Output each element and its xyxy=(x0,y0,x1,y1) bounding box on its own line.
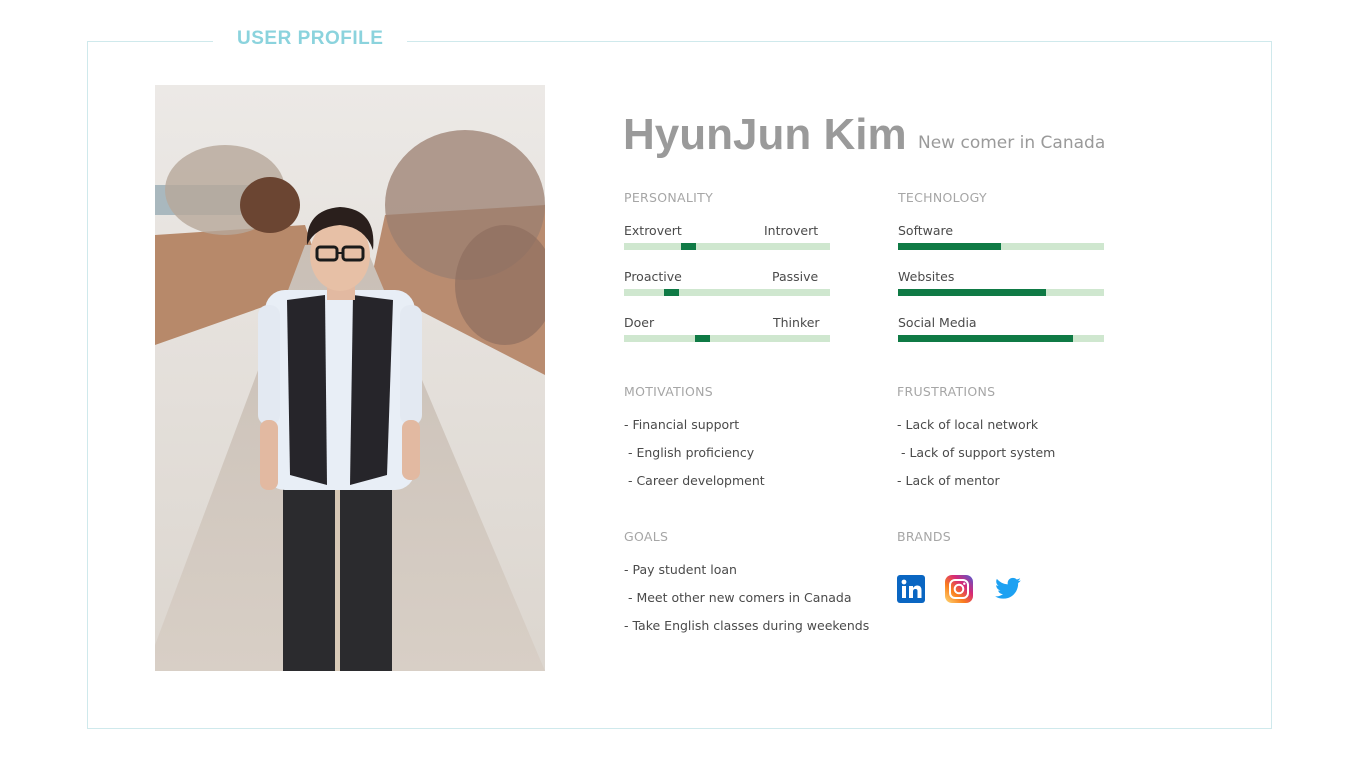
brands-heading: BRANDS xyxy=(897,529,952,544)
frustration-item: - Lack of mentor xyxy=(897,473,1000,488)
section-title: USER PROFILE xyxy=(213,28,408,50)
tech-software-track xyxy=(898,243,1104,250)
scale-1-track xyxy=(624,243,830,250)
frustrations-heading: FRUSTRATIONS xyxy=(897,384,996,399)
profile-name: HyunJun Kim xyxy=(623,110,907,159)
scale-2-left-label: Proactive xyxy=(624,269,682,284)
tech-social-media-label: Social Media xyxy=(898,315,977,330)
tech-social-media-track xyxy=(898,335,1104,342)
profile-photo xyxy=(155,85,545,671)
scale-3-marker xyxy=(695,335,710,342)
tech-software-label: Software xyxy=(898,223,954,238)
scale-2-marker xyxy=(664,289,679,296)
instagram-icon[interactable] xyxy=(945,575,973,603)
profile-photo-image xyxy=(155,85,545,671)
tech-social-media-fill xyxy=(898,335,1074,342)
scale-3-right-label: Thinker xyxy=(773,315,820,330)
frustration-item: - Lack of local network xyxy=(897,417,1039,432)
tech-websites-track xyxy=(898,289,1104,296)
tech-websites-fill xyxy=(898,289,1047,296)
tech-software-fill xyxy=(898,243,1001,250)
goal-item: - Pay student loan xyxy=(624,562,737,577)
motivation-item: - Career development xyxy=(624,473,765,488)
motivation-item: - Financial support xyxy=(624,417,740,432)
scale-2-right-label: Passive xyxy=(772,269,819,284)
profile-subtitle: New comer in Canada xyxy=(918,133,1106,153)
scale-1-marker xyxy=(681,243,696,250)
technology-heading: TECHNOLOGY xyxy=(898,190,987,205)
scale-3-left-label: Doer xyxy=(624,315,655,330)
scale-3-track xyxy=(624,335,830,342)
goal-item: - Take English classes during weekends xyxy=(624,618,870,633)
frustration-item: - Lack of support system xyxy=(897,445,1056,460)
linkedin-icon[interactable] xyxy=(897,575,925,603)
personality-heading: PERSONALITY xyxy=(624,190,714,205)
scale-1-left-label: Extrovert xyxy=(624,223,682,238)
motivation-item: - English proficiency xyxy=(624,445,755,460)
goals-heading: GOALS xyxy=(624,529,669,544)
scale-2-track xyxy=(624,289,830,296)
goal-item: - Meet other new comers in Canada xyxy=(624,590,852,605)
tech-websites-label: Websites xyxy=(898,269,955,284)
scale-1-right-label: Introvert xyxy=(764,223,819,238)
motivations-heading: MOTIVATIONS xyxy=(624,384,714,399)
twitter-icon[interactable] xyxy=(994,575,1022,603)
